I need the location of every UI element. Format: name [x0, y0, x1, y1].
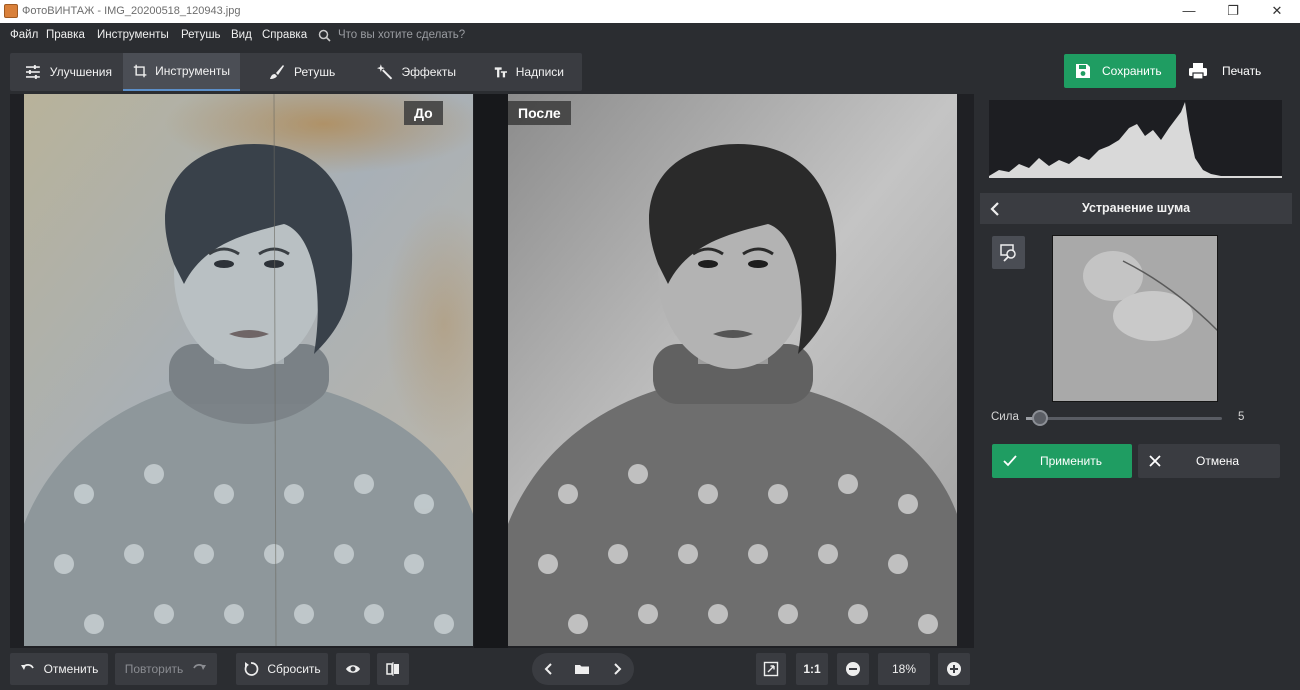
split-divider[interactable] [474, 94, 508, 648]
histogram [989, 100, 1282, 178]
zoom-level: 18% [878, 653, 930, 685]
tab-retouch[interactable]: Ретушь [258, 53, 348, 91]
menu-file[interactable]: Файл [10, 29, 38, 41]
tab-effects[interactable]: Эффекты [366, 53, 466, 91]
preview-toggle-button[interactable] [336, 653, 370, 685]
after-photo-image [508, 94, 957, 646]
tab-label: Улучшения [49, 65, 112, 79]
strength-value: 5 [1238, 411, 1245, 423]
undo-button[interactable]: Отменить [10, 653, 108, 685]
fit-to-screen-button[interactable] [756, 653, 786, 685]
photo-before[interactable] [24, 94, 473, 646]
text-icon [494, 67, 507, 78]
menu-edit[interactable]: Правка [46, 29, 85, 41]
reset-label: Сбросить [267, 662, 321, 676]
after-label: После [508, 101, 571, 125]
before-label: До [404, 101, 443, 125]
zoom-in-button[interactable] [938, 653, 970, 685]
strength-slider-knob[interactable] [1031, 410, 1048, 426]
app-logo-icon [4, 4, 18, 18]
menu-retouch[interactable]: Ретушь [181, 29, 221, 41]
folder-icon [575, 665, 589, 674]
apply-button[interactable]: Применить [992, 444, 1132, 478]
tab-captions[interactable]: Надписи [484, 53, 574, 91]
zoom-out-button[interactable] [837, 653, 869, 685]
tab-label: Надписи [515, 65, 564, 79]
cancel-button[interactable]: Отмена [1138, 444, 1280, 478]
sliders-icon [25, 65, 40, 79]
tab-enhancements[interactable]: Улучшения [14, 53, 122, 91]
next-photo-button[interactable] [603, 653, 631, 685]
save-button[interactable]: Сохранить [1064, 54, 1176, 88]
minimize-button[interactable]: — [1166, 0, 1212, 23]
strength-slider-track[interactable] [1026, 417, 1222, 420]
redo-button[interactable]: Повторить [115, 653, 217, 685]
previous-photo-button[interactable] [535, 653, 563, 685]
menu-view[interactable]: Вид [231, 29, 252, 41]
menu-help[interactable]: Справка [262, 29, 307, 41]
reset-icon [244, 662, 259, 676]
close-icon [1149, 455, 1161, 467]
magnifier-preview-icon [999, 243, 1016, 262]
tab-label: Инструменты [155, 64, 230, 78]
photo-after[interactable] [508, 94, 957, 646]
noise-preview-image [1053, 236, 1217, 401]
printer-icon [1189, 63, 1207, 80]
print-label: Печать [1222, 64, 1262, 78]
title-bar: ФотоВИНТАЖ - IMG_20200518_120943.jpg — ❐… [0, 0, 1300, 23]
tab-label: Ретушь [294, 65, 336, 79]
window-title: ФотоВИНТАЖ - IMG_20200518_120943.jpg [22, 5, 241, 17]
before-photo-image [24, 94, 473, 646]
menu-tools[interactable]: Инструменты [97, 29, 169, 41]
cancel-label: Отмена [1196, 454, 1240, 468]
zoom-out-icon [846, 662, 860, 676]
print-button[interactable]: Печать [1180, 54, 1280, 88]
tab-tools[interactable]: Инструменты [123, 53, 240, 91]
save-label: Сохранить [1102, 64, 1162, 78]
panel-title: Устранение шума [1081, 201, 1191, 215]
actual-size-button[interactable]: 1:1 [796, 653, 828, 685]
split-view-icon [386, 662, 399, 676]
histogram-graph [989, 102, 1282, 178]
chevron-left-icon [544, 663, 552, 675]
reset-button[interactable]: Сбросить [236, 653, 328, 685]
brush-icon [270, 65, 284, 79]
chevron-right-icon [614, 663, 622, 675]
zoom-preview-button[interactable] [992, 236, 1025, 269]
magic-wand-icon [376, 64, 393, 80]
redo-icon [193, 663, 207, 670]
open-folder-button[interactable] [568, 653, 596, 685]
undo-icon [20, 663, 34, 670]
maximize-button[interactable]: ❐ [1210, 0, 1256, 23]
eye-icon [346, 665, 360, 673]
search-input[interactable]: Что вы хотите сделать? [338, 29, 465, 41]
strength-label: Сила [991, 411, 1019, 423]
noise-preview [1052, 235, 1218, 402]
redo-label: Повторить [124, 662, 184, 676]
close-button[interactable]: ✕ [1254, 0, 1300, 23]
floppy-disk-icon [1076, 64, 1090, 78]
apply-label: Применить [1040, 454, 1103, 468]
crop-icon [133, 64, 147, 78]
compare-view-button[interactable] [377, 653, 409, 685]
zoom-in-icon [947, 662, 961, 676]
search-icon[interactable] [318, 29, 331, 42]
tab-label: Эффекты [401, 65, 456, 79]
checkmark-icon [1003, 455, 1017, 467]
fit-screen-icon [763, 661, 779, 677]
undo-label: Отменить [43, 662, 99, 676]
